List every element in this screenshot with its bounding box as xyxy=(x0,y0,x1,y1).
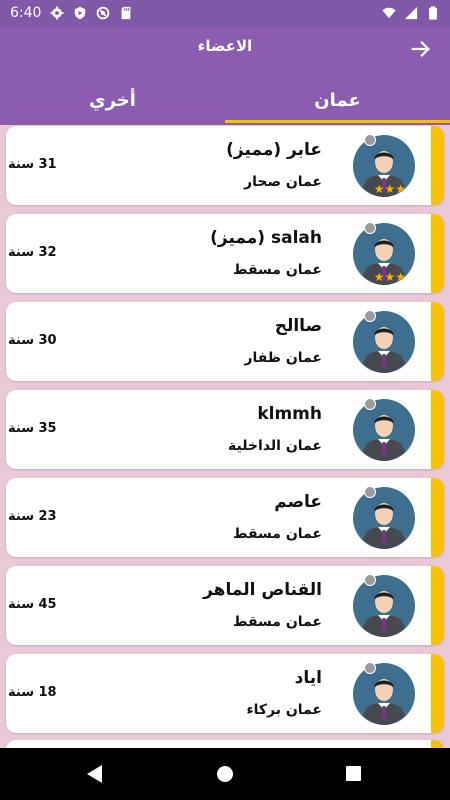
tab-other[interactable]: أخري xyxy=(0,77,225,123)
member-card[interactable]: klmmh عمان الداخلية 35 سنة xyxy=(6,390,444,469)
accent-stripe xyxy=(431,126,444,205)
recents-square-icon[interactable] xyxy=(346,766,361,781)
signal-icon xyxy=(404,6,418,20)
member-name: القناص الماهر xyxy=(203,580,322,600)
accent-stripe xyxy=(431,478,444,557)
sd-card-icon xyxy=(121,6,131,20)
arrow-right-icon[interactable] xyxy=(410,38,432,60)
member-age: 35 سنة xyxy=(8,421,57,436)
member-card-partial[interactable] xyxy=(6,740,444,748)
member-city: عمان بركاء xyxy=(246,702,322,718)
member-name: عابر (مميز) xyxy=(226,140,322,160)
avatar-icon xyxy=(353,399,415,461)
member-name: salah (مميز) xyxy=(210,228,322,248)
member-age: 30 سنة xyxy=(8,333,57,348)
page-title: الاعضاء xyxy=(197,37,253,55)
member-city: عمان مسقط xyxy=(232,614,322,630)
accent-stripe xyxy=(431,566,444,645)
member-name: صاالح xyxy=(274,316,322,336)
tab-bar: أخري عمان xyxy=(0,77,450,123)
member-city: عمان الداخلية xyxy=(228,438,322,454)
status-bar: 6:40 xyxy=(0,0,450,27)
at-sign-icon xyxy=(96,6,110,20)
accent-stripe xyxy=(431,390,444,469)
online-status-dot xyxy=(364,222,376,234)
online-status-dot xyxy=(364,398,376,410)
back-triangle-icon[interactable] xyxy=(86,764,104,784)
shield-play-icon xyxy=(74,6,86,20)
accent-stripe xyxy=(431,654,444,733)
avatar-icon xyxy=(353,575,415,637)
status-time: 6:40 xyxy=(10,5,42,21)
accent-stripe xyxy=(431,740,444,748)
online-status-dot xyxy=(364,310,376,322)
member-age: 23 سنة xyxy=(8,509,57,524)
member-city: عمان صحار xyxy=(244,174,322,190)
battery-icon xyxy=(429,6,437,20)
member-card[interactable]: عاصم عمان مسقط 23 سنة xyxy=(6,478,444,557)
member-card[interactable]: اياد عمان بركاء 18 سنة xyxy=(6,654,444,733)
home-circle-icon[interactable] xyxy=(217,766,233,782)
online-status-dot xyxy=(364,574,376,586)
member-card[interactable]: صاالح عمان ظفار 30 سنة xyxy=(6,302,444,381)
member-age: 31 سنة xyxy=(8,157,57,172)
tab-label: عمان xyxy=(314,89,361,111)
premium-stars: ★★★ xyxy=(373,270,406,284)
premium-stars: ★★★ xyxy=(373,182,406,196)
system-nav-bar xyxy=(0,748,450,800)
wifi-icon xyxy=(382,7,396,19)
member-age: 45 سنة xyxy=(8,597,57,612)
member-age: 18 سنة xyxy=(8,685,57,700)
member-name: klmmh xyxy=(257,404,322,424)
member-city: عمان مسقط xyxy=(232,526,322,542)
members-list[interactable]: ★★★ عابر (مميز) عمان صحار 31 سنة ★★★ sal… xyxy=(0,125,450,748)
tab-label: أخري xyxy=(89,89,136,111)
member-name: عاصم xyxy=(274,492,322,512)
tab-oman[interactable]: عمان xyxy=(225,77,450,123)
avatar-icon xyxy=(353,487,415,549)
accent-stripe xyxy=(431,214,444,293)
online-status-dot xyxy=(364,662,376,674)
avatar-icon xyxy=(353,663,415,725)
gear-icon xyxy=(50,6,64,20)
member-age: 32 سنة xyxy=(8,245,57,260)
member-name: اياد xyxy=(294,668,322,688)
member-city: عمان مسقط xyxy=(232,262,322,278)
member-card[interactable]: ★★★ عابر (مميز) عمان صحار 31 سنة xyxy=(6,126,444,205)
member-city: عمان ظفار xyxy=(244,350,322,366)
online-status-dot xyxy=(364,486,376,498)
accent-stripe xyxy=(431,302,444,381)
member-card[interactable]: ★★★ salah (مميز) عمان مسقط 32 سنة xyxy=(6,214,444,293)
online-status-dot xyxy=(364,134,376,146)
member-card[interactable]: القناص الماهر عمان مسقط 45 سنة xyxy=(6,566,444,645)
app-bar: الاعضاء أخري عمان xyxy=(0,27,450,125)
avatar-icon xyxy=(353,311,415,373)
